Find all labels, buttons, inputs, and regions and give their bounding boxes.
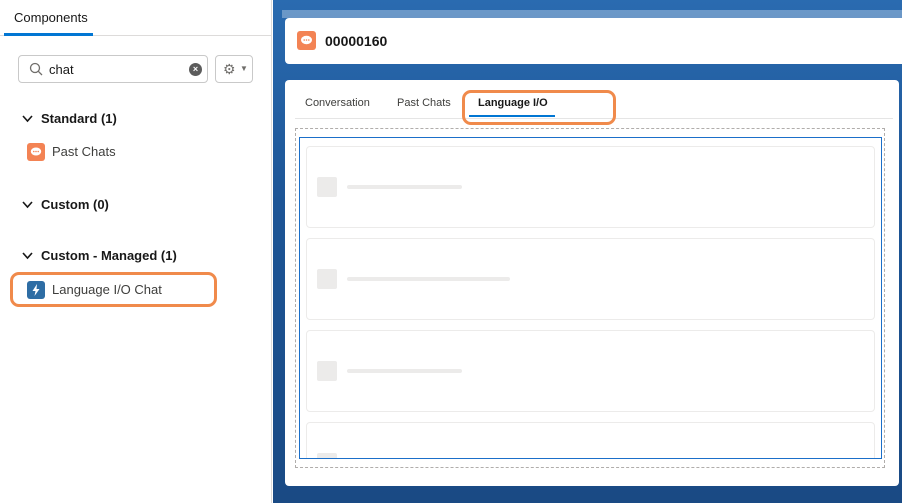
loading-skeleton-row bbox=[306, 238, 875, 320]
skeleton-icon bbox=[317, 453, 337, 458]
selected-component-placeholder[interactable] bbox=[299, 137, 882, 459]
section-custom[interactable]: Custom (0) bbox=[22, 197, 109, 212]
component-search-input[interactable]: chat × bbox=[18, 55, 208, 83]
components-panel: Components chat × ⚙ ▼ Standard (1) Past … bbox=[0, 0, 272, 503]
skeleton-line bbox=[347, 277, 510, 281]
loading-skeleton-row bbox=[306, 422, 875, 458]
component-item-label: Past Chats bbox=[52, 144, 116, 159]
search-value[interactable]: chat bbox=[49, 62, 74, 77]
skeleton-icon bbox=[317, 361, 337, 381]
canvas-frame bbox=[282, 10, 902, 18]
chevron-down-icon bbox=[22, 111, 35, 126]
highlight-annotation bbox=[462, 90, 616, 125]
record-header[interactable]: 00000160 bbox=[285, 18, 902, 64]
chat-icon bbox=[27, 143, 45, 161]
components-tab-bar: Components bbox=[0, 0, 272, 36]
tab-components[interactable]: Components bbox=[4, 0, 93, 36]
gear-icon: ⚙ bbox=[223, 61, 236, 77]
loading-skeleton-row bbox=[306, 330, 875, 412]
chat-icon bbox=[297, 31, 316, 50]
chevron-down-icon: ▼ bbox=[240, 64, 248, 73]
skeleton-line bbox=[347, 185, 462, 189]
chevron-down-icon bbox=[22, 197, 35, 212]
skeleton-icon bbox=[317, 177, 337, 197]
record-number: 00000160 bbox=[325, 33, 388, 49]
highlight-annotation bbox=[10, 272, 217, 307]
section-label: Custom (0) bbox=[41, 197, 109, 212]
tab-conversation[interactable]: Conversation bbox=[305, 97, 370, 109]
section-label: Custom - Managed (1) bbox=[41, 248, 177, 263]
section-custom-managed[interactable]: Custom - Managed (1) bbox=[22, 248, 177, 263]
section-label: Standard (1) bbox=[41, 111, 117, 126]
loading-skeleton-row bbox=[306, 146, 875, 228]
clear-search-icon[interactable]: × bbox=[189, 63, 202, 76]
chevron-down-icon bbox=[22, 248, 35, 263]
tabs-component[interactable]: Conversation Past Chats Language I/O bbox=[285, 80, 899, 486]
tab-past-chats[interactable]: Past Chats bbox=[397, 97, 451, 109]
skeleton-line bbox=[347, 369, 462, 373]
builder-canvas: 00000160 Conversation Past Chats Languag… bbox=[273, 0, 902, 503]
settings-menu-button[interactable]: ⚙ ▼ bbox=[215, 55, 253, 83]
section-standard[interactable]: Standard (1) bbox=[22, 111, 117, 126]
skeleton-icon bbox=[317, 269, 337, 289]
search-icon bbox=[29, 62, 43, 76]
